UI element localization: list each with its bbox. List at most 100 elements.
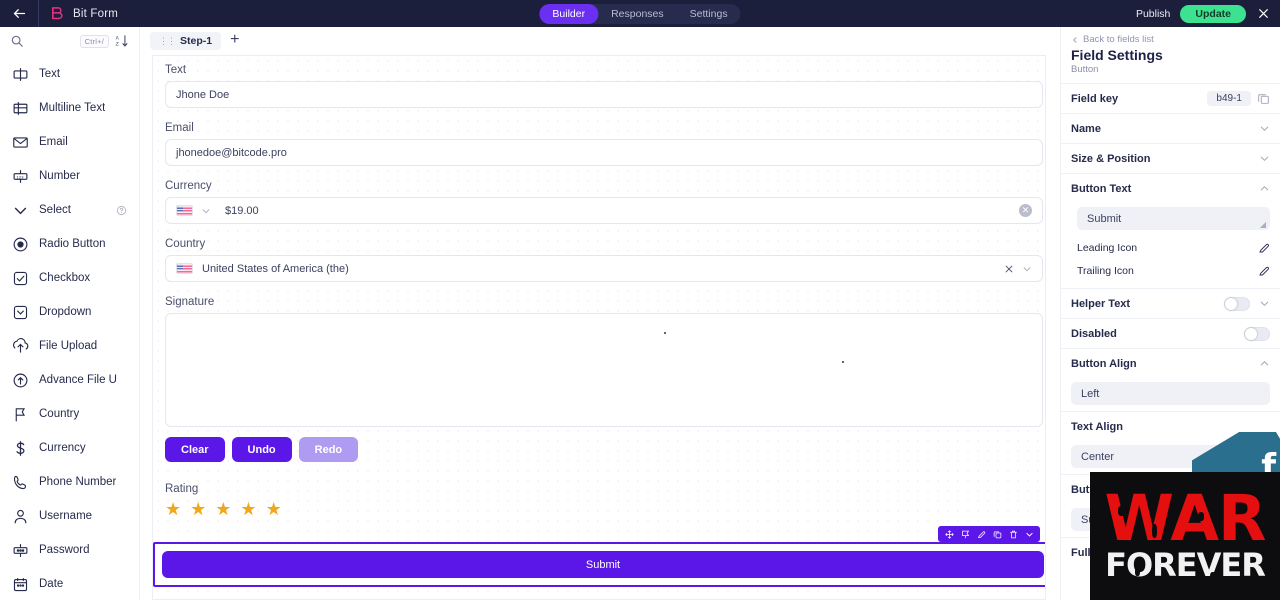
currency-input[interactable]: $19.00 ✕ — [165, 197, 1043, 224]
app-root: Bit Form Builder Responses Settings Publ… — [0, 0, 1280, 600]
star-icon[interactable]: ★ — [215, 500, 231, 518]
disabled-row[interactable]: Disabled — [1061, 318, 1280, 348]
add-step-button[interactable]: + — [225, 32, 244, 48]
full-width-row[interactable]: Full V — [1061, 537, 1280, 567]
form-field-email: Email jhonedoe@bitcode.pro — [165, 122, 1043, 166]
chevron-down-icon[interactable] — [1021, 527, 1037, 541]
sidebar-item-label: Radio Button — [39, 238, 106, 250]
tab-responses[interactable]: Responses — [598, 4, 677, 24]
sidebar-item-label: Password — [39, 544, 90, 556]
edit-icon[interactable] — [1258, 265, 1270, 277]
field-label: Signature — [165, 296, 215, 308]
chevron-up-icon[interactable] — [1259, 183, 1270, 194]
resize-handle-icon[interactable]: ◢ — [1260, 220, 1266, 229]
multiline-text-icon — [12, 100, 29, 117]
text-align-select[interactable]: Center — [1071, 445, 1270, 468]
tab-builder[interactable]: Builder — [539, 3, 599, 24]
submit-button[interactable]: Submit — [162, 551, 1044, 578]
chevron-down-icon[interactable] — [1259, 123, 1270, 134]
trailing-icon-row[interactable]: Trailing Icon — [1061, 259, 1280, 282]
signature-redo-button[interactable]: Redo — [298, 437, 359, 462]
move-icon[interactable] — [941, 527, 957, 541]
section-label: Button Text — [1071, 182, 1132, 195]
button-size-select[interactable]: Su — [1071, 508, 1270, 531]
sort-az-icon[interactable]: A Z — [115, 34, 129, 48]
signature-canvas[interactable] — [165, 313, 1043, 427]
chevron-down-icon[interactable] — [1259, 298, 1270, 309]
clear-circle-icon[interactable]: ✕ — [1019, 204, 1032, 217]
helper-text-toggle[interactable] — [1224, 296, 1250, 311]
sidebar-search-row[interactable]: Ctrl+/ A Z — [0, 27, 139, 55]
duplicate-icon[interactable] — [989, 527, 1005, 541]
publish-button[interactable]: Publish — [1126, 8, 1180, 20]
leading-icon-row[interactable]: Leading Icon — [1061, 236, 1280, 259]
section-size-position[interactable]: Size & Position — [1061, 143, 1280, 173]
sidebar-item-label: Number — [39, 170, 80, 182]
button-align-row[interactable]: Button Align — [1061, 348, 1280, 378]
drag-grip-icon[interactable]: ⋮⋮ — [159, 36, 176, 46]
sidebar-item-country[interactable]: Country — [0, 397, 139, 431]
form-field-currency: Currency $19.00 ✕ — [165, 180, 1043, 224]
search-shortcut-badge: Ctrl+/ — [79, 34, 109, 48]
update-button[interactable]: Update — [1180, 4, 1246, 23]
star-icon[interactable]: ★ — [190, 500, 206, 518]
back-link-label: Back to fields list — [1083, 34, 1154, 45]
sidebar-item-username[interactable]: Username — [0, 499, 139, 533]
tab-settings[interactable]: Settings — [677, 4, 741, 24]
sidebar-item-advance-file-upload[interactable]: Advance File U — [0, 363, 139, 397]
sidebar-item-checkbox[interactable]: Checkbox — [0, 261, 139, 295]
sidebar-item-currency[interactable]: Currency — [0, 431, 139, 465]
edit-icon[interactable] — [973, 527, 989, 541]
sidebar-item-file-upload[interactable]: File Upload — [0, 329, 139, 363]
button-size-value: Su — [1081, 513, 1095, 526]
copy-icon[interactable] — [1257, 92, 1270, 105]
sidebar-item-radio-button[interactable]: Radio Button — [0, 227, 139, 261]
country-input[interactable]: United States of America (the) — [165, 255, 1043, 282]
sidebar-item-label: Phone Number — [39, 476, 117, 488]
sidebar-item-select[interactable]: Select — [0, 193, 139, 227]
chevron-down-icon[interactable] — [1259, 153, 1270, 164]
signature-clear-button[interactable]: Clear — [165, 437, 225, 462]
sidebar-item-password[interactable]: Password — [0, 533, 139, 567]
signature-undo-button[interactable]: Undo — [231, 437, 292, 462]
sidebar-item-text[interactable]: Text — [0, 57, 139, 91]
help-icon[interactable] — [116, 205, 127, 216]
section-name[interactable]: Name — [1061, 113, 1280, 143]
sidebar-item-email[interactable]: Email — [0, 125, 139, 159]
edit-icon[interactable] — [1258, 242, 1270, 254]
helper-text-row[interactable]: Helper Text — [1061, 288, 1280, 318]
back-button[interactable] — [0, 0, 38, 27]
back-to-fields-list-link[interactable]: Back to fields list — [1061, 27, 1280, 47]
sidebar-item-phone-number[interactable]: Phone Number — [0, 465, 139, 499]
sidebar-item-multiline-text[interactable]: Multiline Text — [0, 91, 139, 125]
text-align-row[interactable]: Text Align — [1061, 411, 1280, 441]
text-input[interactable]: Jhone Doe — [165, 81, 1043, 108]
sidebar-item-date[interactable]: Date — [0, 567, 139, 600]
sidebar-item-number[interactable]: 123 Number — [0, 159, 139, 193]
button-text-input[interactable]: Submit ◢ — [1077, 207, 1270, 230]
button-align-select[interactable]: Left — [1071, 382, 1270, 405]
step-tab-step-1[interactable]: ⋮⋮ Step-1 — [150, 32, 222, 50]
form-field-signature: Signature Clear Undo Redo — [165, 296, 1043, 462]
star-icon[interactable]: ★ — [240, 500, 256, 518]
close-icon[interactable] — [1004, 264, 1014, 274]
section-label: Name — [1071, 122, 1101, 135]
star-icon[interactable]: ★ — [165, 500, 181, 518]
chevron-down-icon[interactable] — [201, 206, 211, 216]
password-icon — [12, 542, 29, 559]
chevron-up-icon[interactable] — [1259, 358, 1270, 369]
form-canvas: ⋮⋮ Step-1 + Text Jhone Doe Email jhonedo… — [140, 27, 1060, 600]
disabled-toggle[interactable] — [1244, 326, 1270, 341]
star-icon[interactable]: ★ — [266, 500, 282, 518]
rating-stars[interactable]: ★ ★ ★ ★ ★ — [165, 500, 1043, 518]
sidebar-item-dropdown[interactable]: Dropdown — [0, 295, 139, 329]
submit-field-wrapper[interactable]: Submit — [153, 542, 1045, 587]
email-input[interactable]: jhonedoe@bitcode.pro — [165, 139, 1043, 166]
fields-sidebar: Ctrl+/ A Z Text Multiline Text Email 123… — [0, 27, 140, 600]
close-button[interactable] — [1246, 0, 1280, 27]
flag-icon[interactable] — [957, 527, 973, 541]
chevron-down-icon[interactable] — [1022, 264, 1032, 274]
trash-icon[interactable] — [1005, 527, 1021, 541]
button-size-row[interactable]: Butto — [1061, 474, 1280, 504]
section-button-text[interactable]: Button Text — [1061, 173, 1280, 203]
